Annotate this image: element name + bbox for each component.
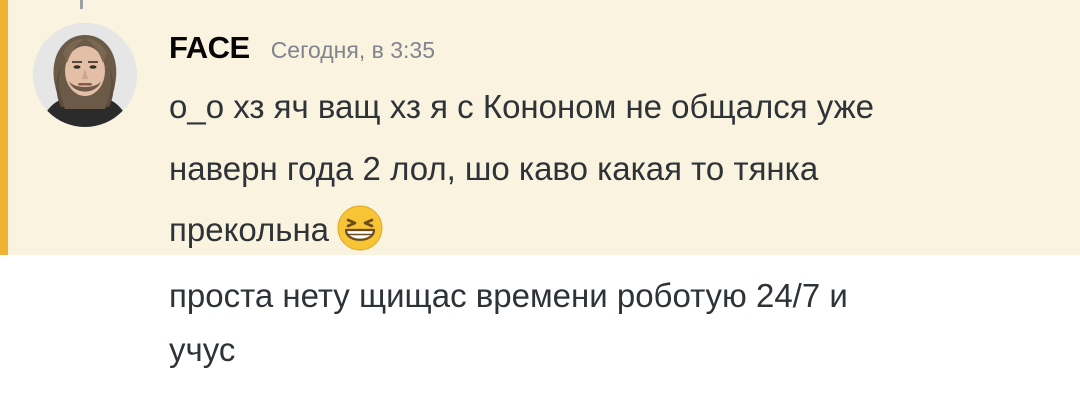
mention-highlight bbox=[0, 0, 1080, 255]
avatar[interactable] bbox=[33, 23, 137, 127]
followup-text-line: учус bbox=[169, 331, 236, 368]
message-text-line: наверн года 2 лол, шо каво какая то тянк… bbox=[169, 150, 819, 187]
grinning-squinting-face-icon[interactable] bbox=[335, 203, 385, 253]
message-text-line: прекольна bbox=[169, 203, 385, 253]
mention-accent-bar bbox=[0, 0, 8, 255]
followup-text-line: проста нету щищас времени роботую 24/7 и bbox=[169, 277, 848, 314]
chat-message-group: FACE Сегодня, в 3:35 о_о хз яч ващ хз я … bbox=[0, 0, 1080, 415]
reply-connector bbox=[80, 0, 83, 9]
author-name[interactable]: FACE bbox=[169, 30, 250, 66]
message-text-line: о_о хз яч ващ хз я с Кононом не общался … bbox=[169, 88, 875, 125]
message-timestamp[interactable]: Сегодня, в 3:35 bbox=[271, 37, 435, 64]
message-header: FACE Сегодня, в 3:35 bbox=[169, 30, 435, 70]
message-text-span: прекольна bbox=[169, 211, 330, 248]
avatar-image bbox=[33, 23, 137, 127]
